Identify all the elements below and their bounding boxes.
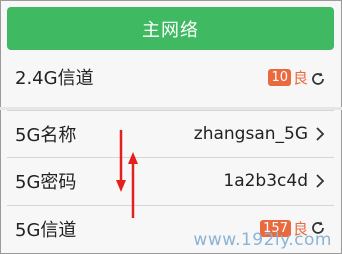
- main-network-header[interactable]: 主网络: [7, 7, 334, 50]
- password-5g-row[interactable]: 5G密码 1a2b3c4d: [7, 157, 334, 203]
- refresh-icon[interactable]: [310, 71, 326, 87]
- annotation-arrows: [116, 130, 138, 218]
- ssid-5g-label: 5G名称: [15, 124, 77, 146]
- channel-24g-badge: 10: [268, 69, 291, 86]
- channel-24g-label: 2.4G信道: [15, 68, 94, 89]
- chevron-right-icon: [316, 174, 325, 188]
- header-title: 主网络: [142, 19, 199, 41]
- channel-24g-row[interactable]: 2.4G信道 10 良: [7, 52, 334, 107]
- password-5g-value: 1a2b3c4d: [223, 170, 308, 191]
- watermark: www.192ly.com: [193, 230, 332, 250]
- channel-5g-label: 5G信道: [15, 220, 77, 241]
- channel-24g-quality: 良: [292, 69, 308, 87]
- chevron-right-icon: [316, 127, 325, 141]
- password-5g-label: 5G密码: [15, 171, 77, 193]
- ssid-5g-value: zhangsan_5G: [193, 123, 308, 144]
- ssid-5g-row[interactable]: 5G名称 zhangsan_5G: [7, 110, 334, 156]
- channel-24g-value: 10 良: [268, 67, 308, 88]
